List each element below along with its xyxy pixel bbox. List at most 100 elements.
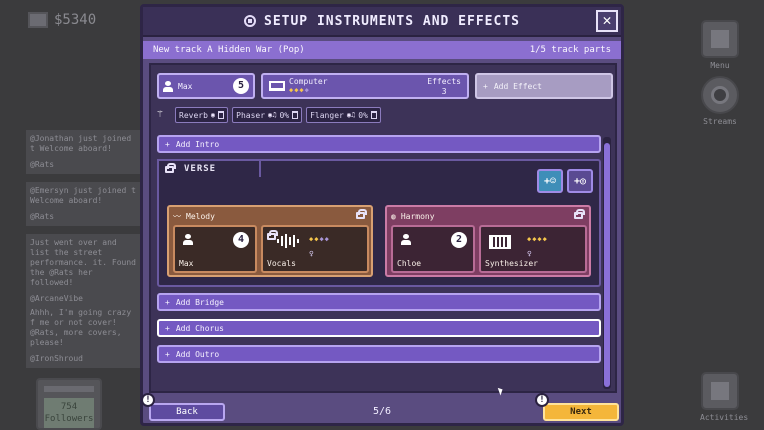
harmony-part: ◍ Harmony 2 Chloe ◆◆◆◆ ♀ Synthesizer	[385, 205, 591, 277]
feed-user: @Rats	[30, 160, 55, 169]
mic-icon: ♀	[527, 249, 532, 258]
person-icon	[401, 234, 411, 245]
feed-item: @Emersyn just joined t Welcome aboard! @…	[26, 182, 142, 226]
trash-icon[interactable]	[292, 111, 299, 119]
singer-selector[interactable]: Max 5	[157, 73, 255, 99]
performer-name: Max	[179, 259, 194, 268]
lock-icon	[574, 209, 585, 219]
menu-icon	[701, 20, 739, 58]
harmony-header: ◍ Harmony	[391, 209, 585, 223]
laptop-icon	[269, 80, 285, 91]
add-person-icon: +☺	[543, 175, 557, 187]
feed-text: @Jonathan just joined t Welcome aboard!	[30, 134, 132, 153]
melody-instrument-slot[interactable]: ◆◆◆◆ ♀ Vocals	[261, 225, 369, 273]
followers-count: 754	[60, 402, 78, 412]
feed-item: Just went over and list the street perfo…	[26, 234, 142, 308]
add-performer-button[interactable]: +☺	[537, 169, 563, 193]
add-chorus-button[interactable]: + Add Chorus	[157, 319, 601, 337]
add-effect-button[interactable]: + Add Effect	[475, 73, 613, 99]
effect-chip-reverb[interactable]: Reverb ◉	[175, 107, 229, 123]
melody-header: 〰 Melody	[173, 209, 367, 223]
track-parts: 1/5 track parts	[529, 45, 611, 55]
back-button[interactable]: Back	[149, 403, 225, 421]
singer-name: Max	[178, 81, 193, 91]
menu-button[interactable]: Menu	[700, 20, 740, 70]
effect-chip-phaser[interactable]: Phaser ◉♫ 0%	[232, 107, 303, 123]
add-bridge-label: Add Bridge	[175, 297, 224, 307]
effect-value: 0%	[279, 110, 290, 120]
lock-icon	[165, 162, 176, 173]
feed-item: @Jonathan just joined t Welcome aboard! …	[26, 130, 142, 174]
knob-icon: ◉♫	[268, 111, 277, 119]
melody-performer-slot[interactable]: 4 Max	[173, 225, 257, 273]
track-name: New track A Hidden War (Pop)	[153, 45, 305, 55]
plus-icon: +	[165, 323, 170, 333]
gear-icon	[244, 15, 256, 27]
harmony-label: Harmony	[400, 211, 435, 221]
menu-label: Menu	[710, 61, 730, 70]
next-button[interactable]: Next	[543, 403, 619, 421]
add-effect-label: Add Effect	[493, 81, 542, 91]
plus-icon: +	[165, 139, 170, 149]
verse-section: VERSE +☺ +◎ 〰 Melody 4 Max ◆◆◆◆ ♀ Vocals…	[157, 159, 601, 287]
add-bridge-button[interactable]: + Add Bridge	[157, 293, 601, 311]
wave-icon: 〰	[173, 211, 181, 221]
wand-icon: ⚚	[157, 109, 164, 120]
knob-icon: ◉♫	[346, 111, 356, 119]
device-strip	[44, 386, 94, 392]
instrument-selector[interactable]: Computer ◆◆◆◆ Effects 3	[261, 73, 469, 99]
add-chorus-label: Add Chorus	[175, 323, 224, 333]
track-info-bar: New track A Hidden War (Pop) 1/5 track p…	[143, 41, 621, 59]
instrument-stars: ◆◆◆◆	[289, 86, 310, 94]
performer-name: Chloe	[397, 259, 422, 268]
globe-icon: ◍	[391, 211, 396, 221]
instrument-name: Synthesizer	[485, 259, 538, 268]
feed-text: Just went over and list the street perfo…	[30, 238, 136, 287]
melody-part: 〰 Melody 4 Max ◆◆◆◆ ♀ Vocals	[167, 205, 373, 277]
setup-content: Max 5 Computer ◆◆◆◆ Effects 3 + Add Effe…	[149, 63, 617, 396]
feed-text: Ahhh, I'm going crazy f me or not cover!…	[30, 308, 132, 347]
activities-button[interactable]: Activities	[700, 372, 749, 422]
feed-user: @IronShroud	[30, 354, 83, 363]
verse-title: VERSE	[184, 164, 217, 174]
add-outro-button[interactable]: + Add Outro	[157, 345, 601, 363]
harmony-performer-slot[interactable]: 2 Chloe	[391, 225, 475, 273]
effect-name: Flanger	[310, 110, 344, 120]
mouse-cursor	[497, 386, 505, 396]
harmony-instrument-slot[interactable]: ◆◆◆◆ ♀ Synthesizer	[479, 225, 587, 273]
plus-icon: +	[483, 81, 488, 91]
performer-number-badge: 4	[233, 232, 249, 248]
close-button[interactable]: ✕	[596, 10, 618, 32]
activities-label: Activities	[700, 413, 749, 422]
add-outro-label: Add Outro	[175, 349, 220, 359]
effects-label: Effects	[427, 77, 461, 86]
instrument-name: Computer	[289, 77, 328, 86]
singer-number-badge: 5	[233, 78, 249, 94]
followers-screen: 754 Followers	[44, 398, 94, 428]
trash-icon[interactable]	[370, 111, 377, 119]
money-display: $5340	[28, 12, 96, 28]
effect-name: Phaser	[236, 110, 266, 120]
add-intro-button[interactable]: + Add Intro	[157, 135, 601, 153]
add-instrument-button[interactable]: +◎	[567, 169, 593, 193]
effect-chip-flanger[interactable]: Flanger ◉♫ 0%	[306, 107, 381, 123]
vinyl-icon	[701, 76, 739, 114]
add-intro-label: Add Intro	[175, 139, 220, 149]
performer-number-badge: 2	[451, 232, 467, 248]
effect-value: 0%	[358, 110, 368, 120]
effects-row: ⚚ Reverb ◉ Phaser ◉♫ 0% Flanger ◉♫ 0%	[157, 107, 381, 123]
mic-icon: ♀	[309, 249, 314, 258]
feed-text: @Emersyn just joined t Welcome aboard!	[30, 186, 136, 205]
instrument-name: Vocals	[267, 259, 296, 268]
money-amount: $5340	[54, 12, 97, 28]
scrollbar-thumb[interactable]	[604, 143, 610, 387]
person-icon	[163, 80, 173, 92]
trash-icon[interactable]	[218, 111, 225, 119]
add-disc-icon: +◎	[573, 175, 587, 187]
effect-name: Reverb	[179, 110, 208, 120]
cash-icon	[28, 12, 48, 28]
effects-count-value: 3	[441, 87, 447, 96]
streams-button[interactable]: Streams	[700, 76, 740, 126]
warning-icon: !	[535, 393, 549, 407]
dialog-title: SETUP INSTRUMENTS AND EFFECTS	[264, 13, 520, 29]
